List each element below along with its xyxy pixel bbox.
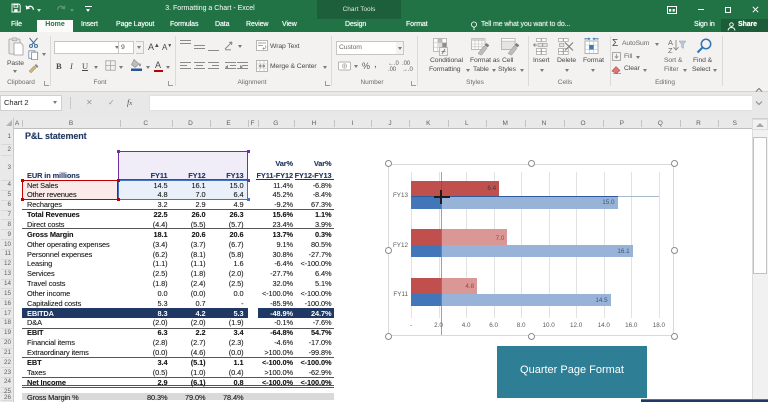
svg-text:Z: Z [668, 46, 673, 54]
